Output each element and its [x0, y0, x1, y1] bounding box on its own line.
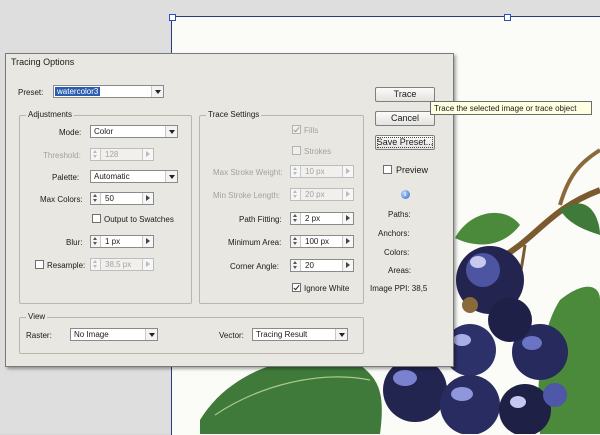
preset-value: watercolor3: [55, 87, 101, 96]
image-ppi-label: Image PPI: 38,5: [370, 284, 428, 293]
max-colors-stepper[interactable]: 50: [90, 192, 154, 205]
threshold-label: Threshold:: [43, 151, 81, 160]
anchors-label: Anchors:: [378, 229, 410, 238]
slider-popup-icon: [142, 259, 153, 270]
stepper-arrows-icon[interactable]: [91, 236, 101, 247]
threshold-value: 128: [105, 150, 119, 159]
slider-popup-icon[interactable]: [342, 260, 353, 271]
preview-checkbox[interactable]: [383, 165, 392, 174]
vector-label: Vector:: [219, 331, 244, 340]
max-stroke-weight-value: 10 px: [305, 167, 325, 176]
cancel-button[interactable]: Cancel: [375, 111, 435, 126]
max-colors-value[interactable]: 50: [105, 194, 114, 203]
slider-popup-icon: [342, 189, 353, 200]
strokes-label: Strokes: [304, 147, 332, 156]
path-fitting-value[interactable]: 2 px: [305, 214, 320, 223]
resample-label[interactable]: Resample:: [47, 261, 85, 270]
raster-dropdown[interactable]: No Image: [70, 328, 158, 341]
chevron-down-icon: [335, 329, 347, 340]
blur-stepper[interactable]: 1 px: [90, 235, 154, 248]
preset-dropdown[interactable]: watercolor3: [53, 85, 164, 98]
chevron-down-icon: [165, 126, 177, 137]
corner-angle-stepper[interactable]: 20: [290, 259, 354, 272]
blur-value[interactable]: 1 px: [105, 237, 120, 246]
stepper-arrows-icon: [291, 166, 301, 177]
adjustments-group: Adjustments: [19, 110, 192, 304]
mode-label: Mode:: [59, 128, 82, 137]
max-colors-label: Max Colors:: [40, 195, 83, 204]
threshold-stepper: 128: [90, 148, 154, 161]
trace-tooltip: Trace the selected image or trace object: [430, 101, 592, 115]
dialog-titlebar[interactable]: Tracing Options: [6, 54, 453, 68]
leaf-small-top: [455, 212, 520, 245]
paths-label: Paths:: [388, 210, 411, 219]
ignore-white-label[interactable]: Ignore White: [304, 284, 349, 293]
slider-popup-icon[interactable]: [342, 213, 353, 224]
resample-stepper: 38,5 px: [90, 258, 154, 271]
stepper-arrows-icon: [91, 259, 101, 270]
trace-settings-title: Trace Settings: [206, 110, 262, 119]
fills-label: Fills: [304, 126, 319, 135]
ignore-white-checkbox[interactable]: [292, 283, 301, 292]
mode-dropdown[interactable]: Color: [90, 125, 178, 138]
path-fitting-label: Path Fitting:: [239, 215, 282, 224]
chevron-down-icon: [145, 329, 157, 340]
stepper-arrows-icon: [91, 149, 101, 160]
corner-angle-value[interactable]: 20: [305, 261, 314, 270]
leaf-edge-right: [560, 203, 600, 235]
stepper-arrows-icon: [291, 189, 301, 200]
stepper-arrows-icon[interactable]: [91, 193, 101, 204]
preset-label: Preset:: [18, 88, 44, 97]
slider-popup-icon[interactable]: [342, 236, 353, 247]
colors-label: Colors:: [384, 248, 410, 257]
resample-checkbox[interactable]: [35, 260, 44, 269]
trace-button[interactable]: Trace: [375, 87, 435, 102]
view-title: View: [26, 312, 48, 321]
chevron-down-icon: [165, 171, 177, 182]
slider-popup-icon: [142, 149, 153, 160]
preview-label[interactable]: Preview: [396, 165, 428, 175]
minimum-area-value[interactable]: 100 px: [305, 237, 329, 246]
tracing-options-dialog: Tracing Options Preset: watercolor3 Adju…: [5, 53, 454, 367]
resample-value: 38,5 px: [105, 260, 132, 269]
vector-dropdown[interactable]: Tracing Result: [252, 328, 348, 341]
leaf-large-bottom: [200, 358, 382, 434]
slider-popup-icon[interactable]: [142, 236, 153, 247]
vector-value: Tracing Result: [256, 330, 308, 339]
strokes-checkbox: [292, 146, 301, 155]
min-stroke-length-label: Min Stroke Length:: [213, 191, 281, 200]
output-to-swatches-label[interactable]: Output to Swatches: [104, 215, 174, 224]
max-stroke-weight-label: Max Stroke Weight:: [213, 168, 283, 177]
save-preset-button[interactable]: Save Preset...: [375, 135, 435, 150]
slider-popup-icon[interactable]: [142, 193, 153, 204]
min-stroke-length-value: 20 px: [305, 190, 325, 199]
minimum-area-label: Minimum Area:: [228, 238, 282, 247]
palette-dropdown[interactable]: Automatic: [90, 170, 178, 183]
trace-settings-group: Trace Settings: [199, 110, 364, 304]
max-stroke-weight-stepper: 10 px: [290, 165, 354, 178]
raster-value: No Image: [74, 330, 109, 339]
mode-value: Color: [94, 127, 114, 136]
info-icon: [401, 190, 410, 199]
output-to-swatches-checkbox[interactable]: [92, 214, 101, 223]
stepper-arrows-icon[interactable]: [291, 260, 301, 271]
dialog-title: Tracing Options: [11, 57, 75, 67]
path-fitting-stepper[interactable]: 2 px: [290, 212, 354, 225]
minimum-area-stepper[interactable]: 100 px: [290, 235, 354, 248]
stepper-arrows-icon[interactable]: [291, 213, 301, 224]
adjustments-title: Adjustments: [26, 110, 75, 119]
chevron-down-icon: [151, 86, 163, 97]
stepper-arrows-icon[interactable]: [291, 236, 301, 247]
slider-popup-icon: [342, 166, 353, 177]
min-stroke-length-stepper: 20 px: [290, 188, 354, 201]
palette-label: Palette:: [52, 173, 80, 182]
palette-value: Automatic: [94, 172, 130, 181]
fills-checkbox: [292, 125, 301, 134]
raster-label: Raster:: [26, 331, 52, 340]
areas-label: Areas:: [388, 266, 412, 275]
corner-angle-label: Corner Angle:: [230, 262, 279, 271]
blur-label: Blur:: [66, 238, 83, 247]
